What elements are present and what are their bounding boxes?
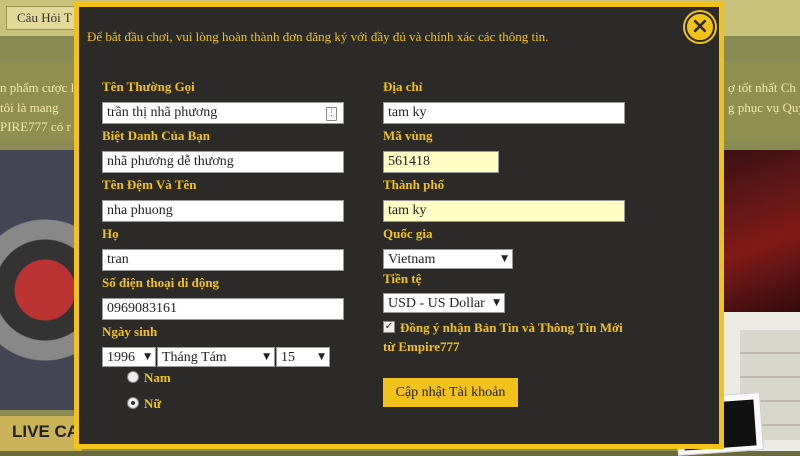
nickname-value: trần thị nhã phương xyxy=(107,105,218,120)
birthdate-label: Ngày sinh xyxy=(102,324,158,339)
chevron-down-icon: ▼ xyxy=(263,352,270,362)
birth-month-value: Tháng Tám xyxy=(162,350,227,365)
gender-male-radio[interactable] xyxy=(127,371,139,383)
country-label: Quốc gia xyxy=(383,226,433,241)
currency-label: Tiền tệ xyxy=(383,271,422,286)
chevron-down-icon: ▼ xyxy=(493,298,500,308)
update-account-button[interactable]: Cập nhật Tài khoản xyxy=(383,378,518,407)
birth-day-value: 15 xyxy=(281,350,295,365)
zip-input[interactable]: 561418 xyxy=(383,151,499,173)
country-value: Vietnam xyxy=(388,252,436,267)
gender-male-label: Nam xyxy=(144,370,171,385)
address-label: Địa chỉ xyxy=(383,79,423,94)
city-input[interactable]: tam ky xyxy=(383,200,625,222)
nickname-input[interactable]: trần thị nhã phương ⋮ xyxy=(102,102,344,124)
background-text-left-2: tôi là mang xyxy=(0,100,59,115)
background-text-left-3: PIRE777 có r xyxy=(0,119,71,134)
casino-banner-image xyxy=(722,150,800,320)
contact-card-icon[interactable]: ⋮ xyxy=(326,107,337,121)
middle-first-name-label: Tên Đệm Và Tên xyxy=(102,177,197,192)
country-select[interactable]: Vietnam ▼ xyxy=(383,249,513,269)
phone-input[interactable]: 0969083161 xyxy=(102,298,344,320)
zip-label: Mã vùng xyxy=(383,128,433,143)
chevron-down-icon: ▼ xyxy=(318,352,325,362)
currency-value: USD - US Dollar xyxy=(388,296,485,311)
close-icon[interactable]: × xyxy=(685,12,715,42)
birth-year-value: 1996 xyxy=(107,350,135,365)
chevron-down-icon: ▼ xyxy=(144,352,151,362)
background-text-right-1: ợ tốt nhất Ch xyxy=(728,80,796,95)
middle-first-name-input[interactable]: nha phuong xyxy=(102,200,344,222)
gender-female-radio[interactable] xyxy=(127,397,139,409)
birth-year-select[interactable]: 1996 ▼ xyxy=(102,347,156,367)
city-label: Thành phố xyxy=(383,177,445,192)
alias-label: Biệt Danh Của Bạn xyxy=(102,128,210,143)
birth-day-select[interactable]: 15 ▼ xyxy=(276,347,330,367)
last-name-label: Họ xyxy=(102,226,119,241)
roulette-image xyxy=(0,150,80,410)
phone-label: Số điện thoại di động xyxy=(102,275,220,290)
live-casino-tab[interactable]: LIVE CA xyxy=(0,416,82,451)
chevron-down-icon: ▼ xyxy=(501,254,508,264)
currency-select[interactable]: USD - US Dollar ▼ xyxy=(383,293,505,313)
newsletter-label-line1: Đồng ý nhận Bản Tin và Thông Tin Mới xyxy=(400,320,623,335)
background-tab-faq[interactable]: Câu Hỏi T xyxy=(6,6,83,30)
live-casino-label: LIVE CA xyxy=(12,422,80,441)
birth-month-select[interactable]: Tháng Tám ▼ xyxy=(157,347,275,367)
nickname-label: Tên Thường Gọi xyxy=(102,79,195,94)
last-name-input[interactable]: tran xyxy=(102,249,344,271)
newsletter-label-line2: từ Empire777 xyxy=(383,339,460,354)
intro-text: Để bắt đầu chơi, vui lòng hoàn thành đơn… xyxy=(87,29,549,44)
gender-female-label: Nữ xyxy=(144,396,162,411)
background-text-right-2: g phục vụ Quy xyxy=(728,100,800,115)
background-text-left-1: n phẩm cược l xyxy=(0,80,75,95)
newsletter-checkbox[interactable]: ✓ xyxy=(383,321,395,333)
address-input[interactable]: tam ky xyxy=(383,102,625,124)
alias-input[interactable]: nhã phương dễ thương xyxy=(102,151,344,173)
